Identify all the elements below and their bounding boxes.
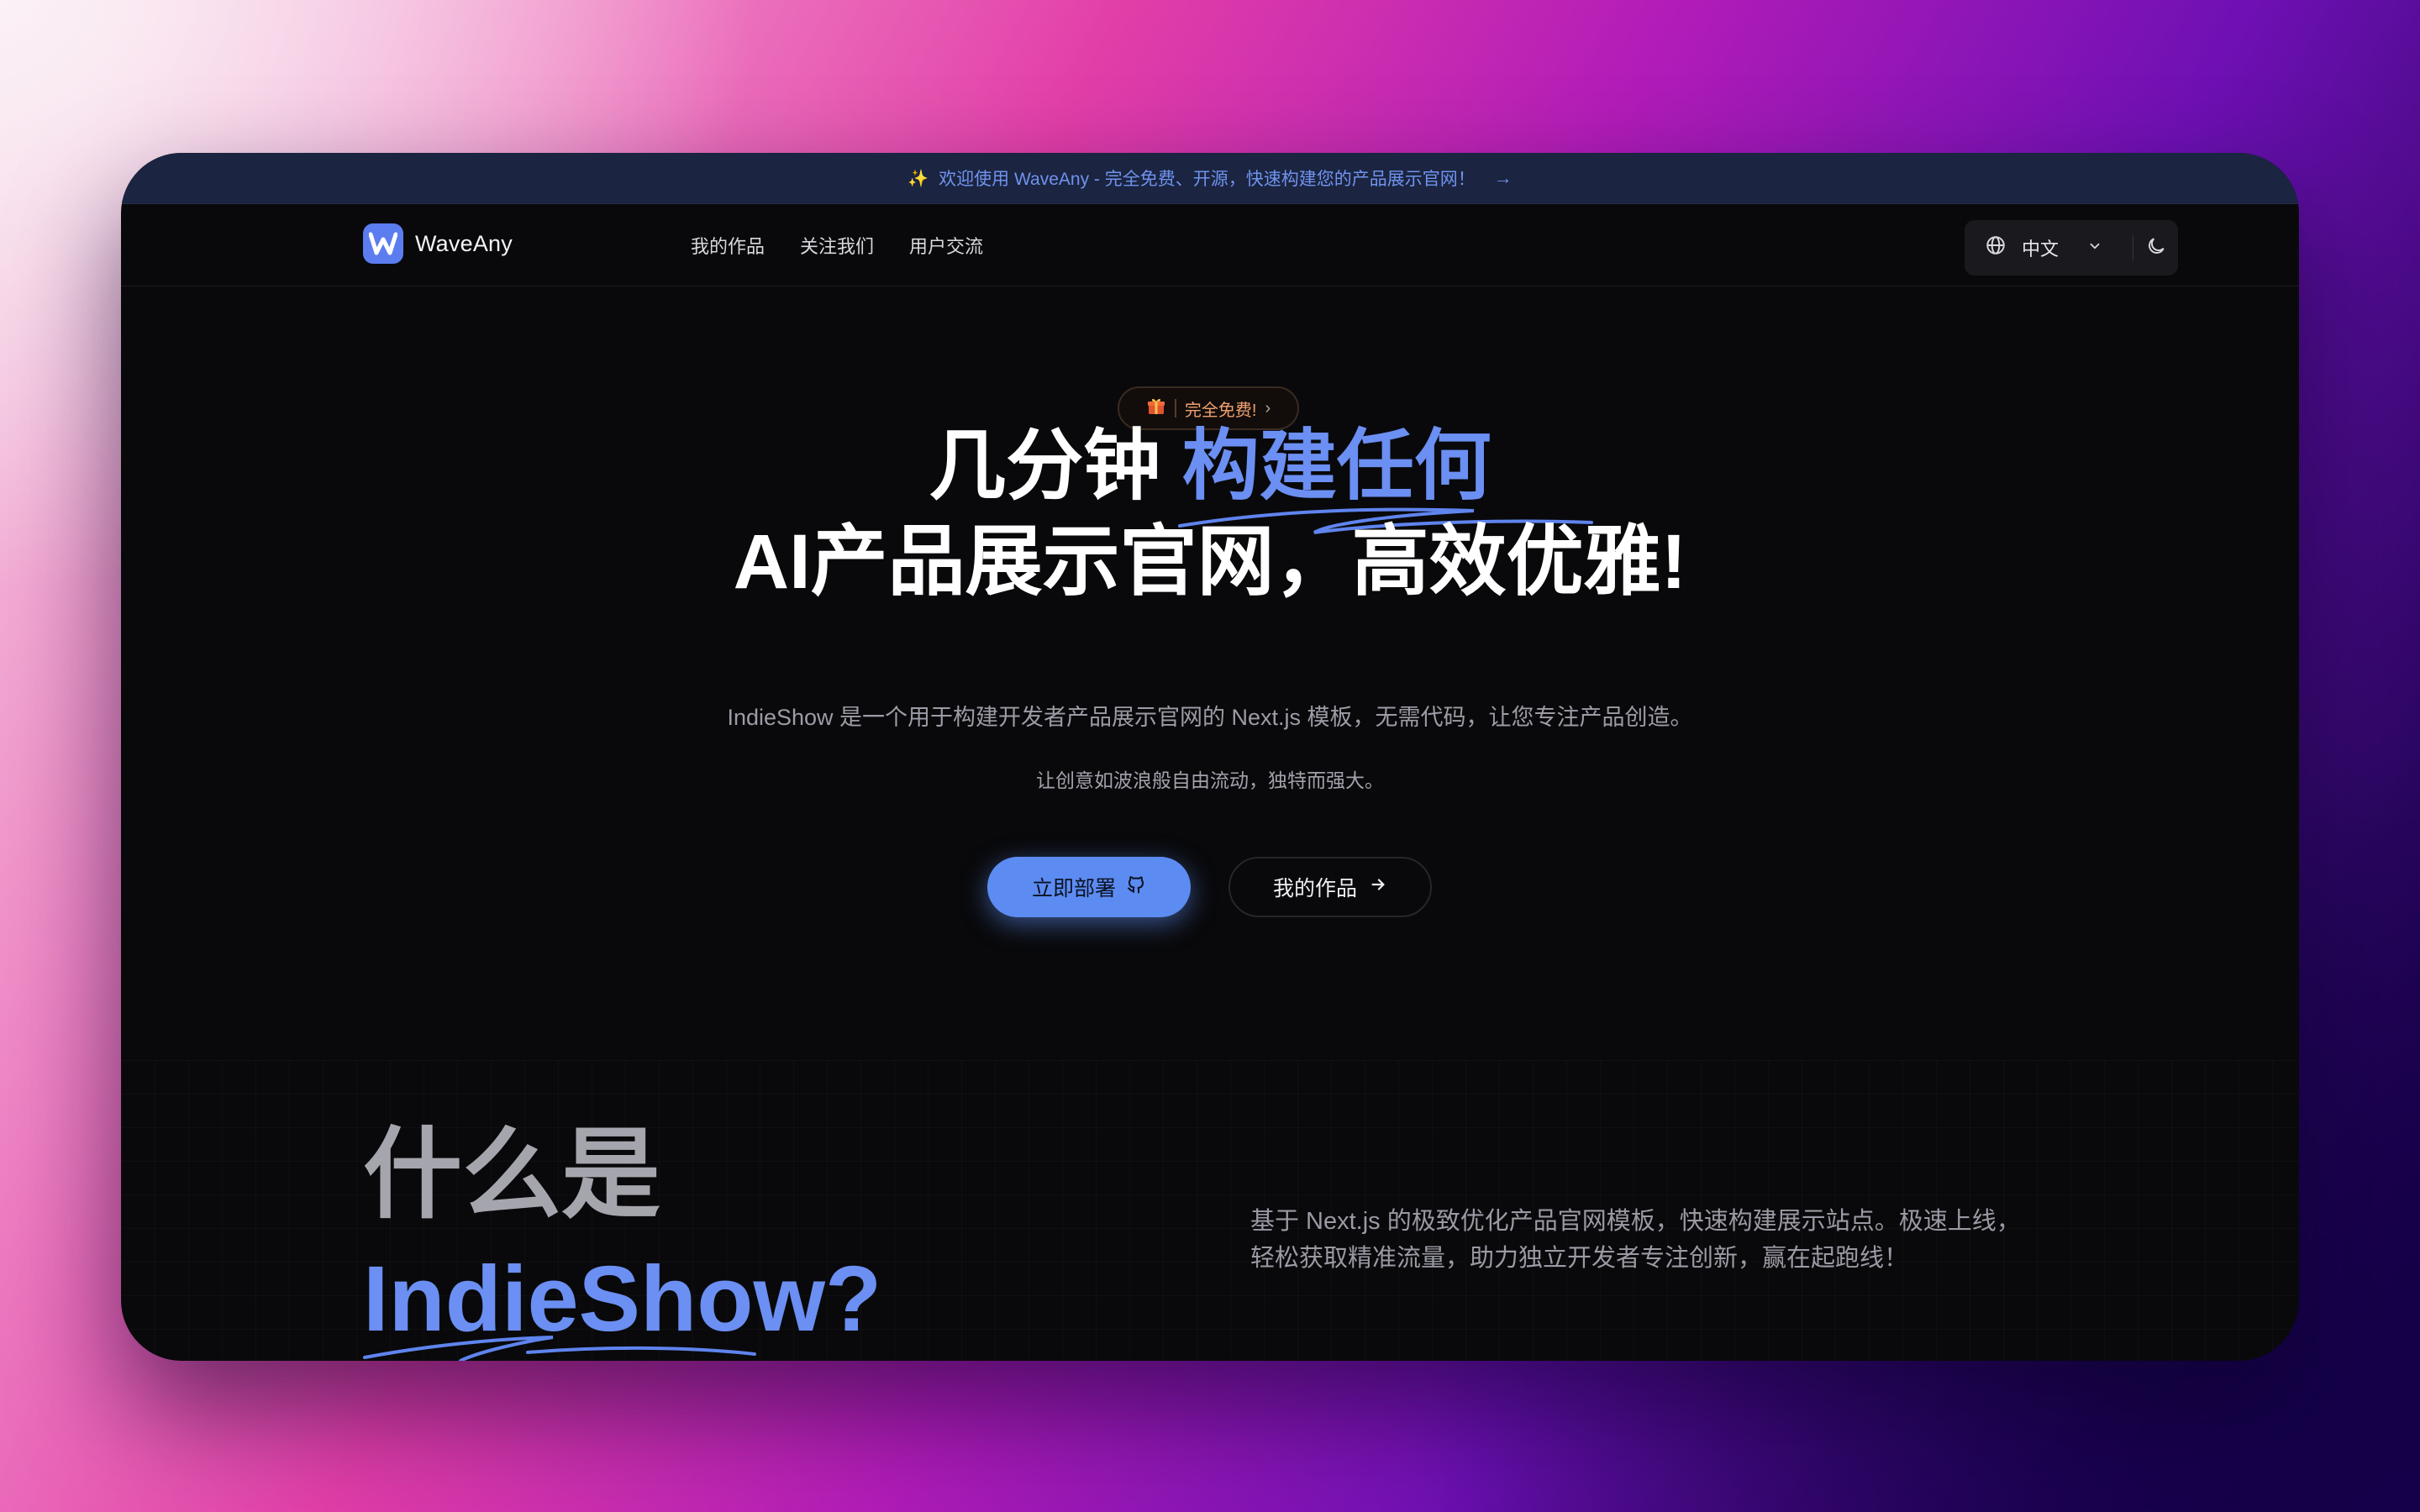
- theme-toggle-button[interactable]: [2133, 220, 2178, 276]
- arrow-right-icon[interactable]: →: [1494, 167, 1512, 189]
- arrow-right-icon: [1369, 875, 1387, 900]
- badge-separator: [1174, 399, 1176, 417]
- w-logo-icon: [363, 223, 403, 264]
- announcement-bar[interactable]: ✨ 欢迎使用 WaveAny - 完全免费、开源，快速构建您的产品展示官网！ →: [121, 153, 2299, 204]
- hero-description: IndieShow 是一个用于构建开发者产品展示官网的 Next.js 模板，无…: [727, 705, 1693, 730]
- what-is-description-line2: 轻松获取精准流量，助力独立开发者专注创新，赢在起跑线！: [1250, 1245, 1909, 1272]
- what-is-description-line1: 基于 Next.js 的极致优化产品官网模板，快速构建展示站点。极速上线，: [1250, 1208, 2021, 1235]
- my-works-button-label: 我的作品: [1272, 877, 1357, 900]
- what-is-title-line1: 什么是: [363, 1120, 661, 1231]
- sparkle-icon: ✨: [908, 169, 929, 188]
- globe-icon: [1985, 234, 2007, 261]
- nav-controls: 中文: [1965, 220, 2178, 276]
- github-icon: [1126, 874, 1146, 900]
- chevron-down-icon: [2087, 237, 2102, 259]
- deploy-button[interactable]: 立即部署: [987, 857, 1191, 917]
- chevron-right-icon: ›: [1265, 398, 1271, 417]
- language-selector[interactable]: 中文: [1965, 220, 2133, 276]
- nav-link-user-community[interactable]: 用户交流: [909, 232, 983, 259]
- browser-frame: ✨ 欢迎使用 WaveAny - 完全免费、开源，快速构建您的产品展示官网！ →…: [121, 153, 2299, 1361]
- brand-name: WaveAny: [415, 230, 513, 256]
- badge-text: 完全免费!: [1184, 401, 1257, 420]
- moon-icon: [2145, 235, 2167, 261]
- deploy-button-label: 立即部署: [1031, 877, 1116, 900]
- language-label: 中文: [2022, 239, 2060, 260]
- navbar: WaveAny 我的作品 关注我们 用户交流 中文: [121, 203, 2299, 286]
- nav-links: 我的作品 关注我们 用户交流: [691, 232, 983, 259]
- nav-link-my-works[interactable]: 我的作品: [691, 232, 765, 259]
- my-works-button[interactable]: 我的作品: [1228, 857, 1432, 917]
- brand-link[interactable]: WaveAny: [363, 223, 513, 264]
- hero-title-line2: AI产品展示官网，高效优雅!: [733, 519, 1687, 605]
- what-is-underline-swoosh: [363, 1336, 756, 1361]
- hero-title-plain: 几分钟: [929, 423, 1182, 509]
- gift-icon: [1146, 396, 1166, 421]
- nav-link-follow-us[interactable]: 关注我们: [800, 232, 874, 259]
- what-is-description: 基于 Next.js 的极致优化产品官网模板，快速构建展示站点。极速上线， 轻松…: [1250, 1203, 2091, 1277]
- hero-subtitle: 让创意如波浪般自由流动，独特而强大。: [1036, 769, 1384, 791]
- announcement-text[interactable]: 欢迎使用 WaveAny - 完全免费、开源，快速构建您的产品展示官网！: [939, 165, 1476, 191]
